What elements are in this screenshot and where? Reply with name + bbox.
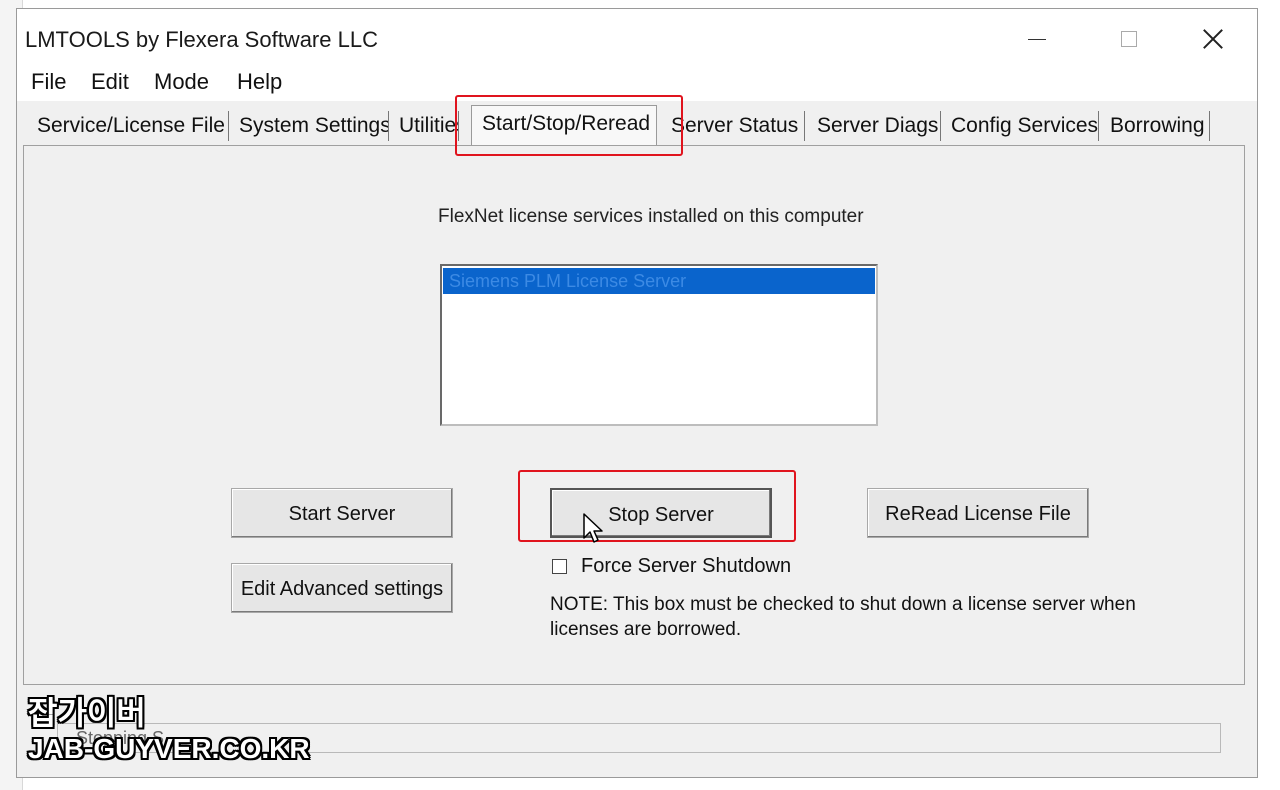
tab-start-stop-reread[interactable]: Start/Stop/Reread — [471, 105, 657, 145]
tab-config-services[interactable]: Config Services — [941, 111, 1099, 141]
start-stop-panel: FlexNet license services installed on th… — [23, 145, 1245, 685]
force-shutdown-row[interactable]: Force Server Shutdown — [552, 554, 791, 578]
minimize-button[interactable] — [1007, 19, 1067, 59]
menu-mode[interactable]: Mode — [150, 69, 213, 95]
menu-bar: File Edit Mode Help — [17, 65, 1257, 101]
edit-advanced-settings-button[interactable]: Edit Advanced settings — [231, 563, 453, 613]
close-button[interactable] — [1183, 19, 1243, 59]
borrow-note: NOTE: This box must be checked to shut d… — [550, 594, 1136, 640]
close-icon — [1202, 28, 1224, 50]
menu-file[interactable]: File — [27, 69, 70, 95]
window-title: LMTOOLS by Flexera Software LLC — [25, 27, 378, 52]
watermark-korean: 잡가이버 — [28, 695, 146, 731]
force-shutdown-label: Force Server Shutdown — [581, 554, 792, 577]
services-list[interactable]: Siemens PLM License Server — [440, 264, 878, 426]
start-server-button[interactable]: Start Server — [231, 488, 453, 538]
tab-server-diags[interactable]: Server Diags — [807, 111, 941, 141]
tab-utilities[interactable]: Utilities — [389, 111, 459, 141]
service-item[interactable]: Siemens PLM License Server — [443, 268, 875, 294]
minimize-icon — [1028, 38, 1046, 40]
title-bar: LMTOOLS by Flexera Software LLC — [17, 9, 1257, 65]
tab-system-settings[interactable]: System Settings — [229, 111, 389, 141]
force-shutdown-checkbox[interactable] — [552, 558, 567, 574]
maximize-button[interactable] — [1099, 19, 1159, 59]
lmtools-window: LMTOOLS by Flexera Software LLC File Edi… — [16, 8, 1258, 778]
menu-edit[interactable]: Edit — [87, 69, 133, 95]
tab-service-license-file[interactable]: Service/License File — [27, 111, 229, 141]
tab-server-status[interactable]: Server Status — [667, 111, 805, 141]
services-caption: FlexNet license services installed on th… — [438, 206, 864, 227]
maximize-icon — [1121, 31, 1137, 47]
tab-borrowing[interactable]: Borrowing — [1100, 111, 1210, 141]
tab-strip: Service/License File System Settings Uti… — [27, 105, 1217, 147]
watermark-site: JAB-GUYVER.CO.KR — [28, 733, 310, 764]
mouse-cursor-icon — [583, 513, 603, 543]
menu-help[interactable]: Help — [233, 69, 286, 95]
reread-license-button[interactable]: ReRead License File — [867, 488, 1089, 538]
